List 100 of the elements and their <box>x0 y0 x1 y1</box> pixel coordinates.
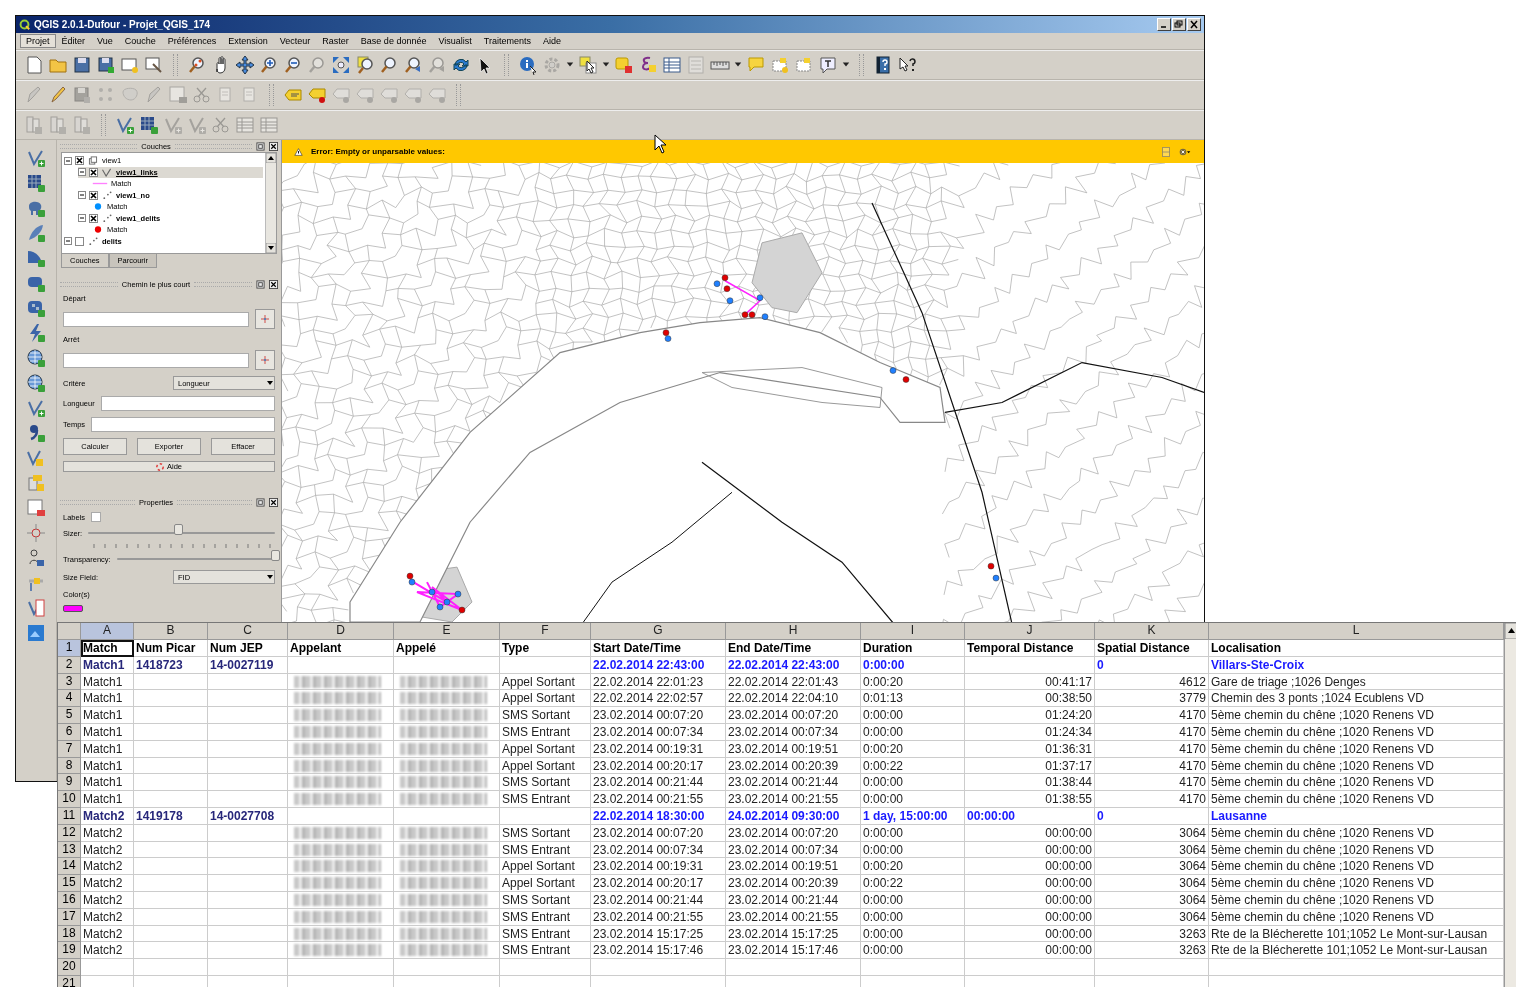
scroll-up-icon[interactable] <box>1505 623 1516 639</box>
scroll-up-icon[interactable] <box>266 153 276 163</box>
column-header[interactable]: C <box>208 623 288 640</box>
line-layer-icon[interactable] <box>101 167 113 177</box>
zoom-layer-icon[interactable] <box>379 55 399 75</box>
menu-item[interactable]: Traitements <box>477 34 537 48</box>
sail-plus-icon[interactable] <box>26 248 46 268</box>
close-icon[interactable] <box>269 141 278 151</box>
menu-item[interactable]: Projet <box>20 34 56 48</box>
restore-icon[interactable] <box>1172 18 1186 31</box>
slider-thumb[interactable] <box>271 550 280 561</box>
vector-star-icon[interactable] <box>26 448 46 468</box>
column-header[interactable]: D <box>288 623 394 640</box>
pencil-icon[interactable] <box>48 85 68 105</box>
help-book-icon[interactable] <box>873 55 893 75</box>
points-icon[interactable] <box>87 236 99 246</box>
vector-plus-icon[interactable] <box>115 115 135 135</box>
grid-plus-icon[interactable] <box>139 115 159 135</box>
attribute-table-icon[interactable] <box>662 55 682 75</box>
person-icon[interactable] <box>26 548 46 568</box>
menu-item[interactable]: Préférences <box>161 34 223 48</box>
scrollbar[interactable] <box>265 153 276 253</box>
collapse-icon[interactable] <box>78 214 86 223</box>
globe-plus-icon[interactable] <box>26 348 46 368</box>
row-header[interactable]: 10 <box>58 791 81 808</box>
menu-item[interactable]: Vecteur <box>273 34 317 48</box>
column-header[interactable]: K <box>1095 623 1209 640</box>
column-header[interactable]: H <box>726 623 861 640</box>
feather-plus-icon[interactable] <box>26 223 46 243</box>
collapse-icon[interactable] <box>78 191 86 200</box>
select-icon[interactable] <box>578 55 598 75</box>
checkbox[interactable] <box>91 512 102 522</box>
input-field[interactable] <box>63 311 249 327</box>
column-header[interactable]: A <box>81 623 134 640</box>
layers-icon[interactable] <box>87 156 99 166</box>
row-header[interactable]: 9 <box>58 774 81 792</box>
checkbox[interactable] <box>75 156 84 166</box>
column-header[interactable]: I <box>861 623 965 640</box>
save-as-icon[interactable] <box>96 55 116 75</box>
collapse-icon[interactable] <box>78 168 86 177</box>
vector-plus-icon[interactable] <box>26 148 46 168</box>
save-edits-icon[interactable] <box>72 85 92 105</box>
checkbox[interactable] <box>89 167 98 177</box>
magnifier-icon[interactable] <box>187 55 207 75</box>
column-header[interactable]: G <box>591 623 726 640</box>
zoom-last-icon[interactable] <box>403 55 423 75</box>
input-field[interactable] <box>100 396 275 411</box>
row-header[interactable]: 1 <box>58 640 81 657</box>
collapse-icon[interactable] <box>64 156 72 165</box>
menu-item[interactable]: Aide <box>536 34 567 48</box>
points-icon[interactable] <box>101 213 113 223</box>
identify-icon[interactable] <box>518 55 538 75</box>
row-header[interactable]: 15 <box>58 875 81 892</box>
menu-item[interactable]: Éditer <box>55 34 92 48</box>
page-wrench-icon[interactable] <box>144 55 164 75</box>
scrollbar[interactable] <box>1504 623 1516 987</box>
column-header[interactable]: J <box>965 623 1095 640</box>
point-picker-button[interactable] <box>255 350 275 370</box>
menu-item[interactable]: Extension <box>222 34 274 48</box>
zoom-in-icon[interactable] <box>259 55 279 75</box>
checker-plus-icon[interactable] <box>26 298 46 318</box>
menu-item[interactable]: Visualist <box>432 34 478 48</box>
menu-item[interactable]: Raster <box>316 34 355 48</box>
delete-selected-icon[interactable] <box>168 85 188 105</box>
row-header[interactable]: 19 <box>58 942 81 960</box>
minimize-icon[interactable] <box>1157 18 1171 31</box>
scroll-down-icon[interactable] <box>266 243 276 253</box>
column-header[interactable]: L <box>1209 623 1504 640</box>
close-icon[interactable] <box>269 497 278 507</box>
column-header[interactable]: F <box>500 623 591 640</box>
input-field[interactable] <box>63 352 249 368</box>
menu-item[interactable]: Couche <box>118 34 162 48</box>
menu-item[interactable]: Vue <box>91 34 119 48</box>
new-document-icon[interactable] <box>24 55 44 75</box>
checkbox[interactable] <box>89 213 98 223</box>
close-icon[interactable] <box>269 279 278 289</box>
box-minus-icon[interactable] <box>26 498 46 518</box>
layer-star-icon[interactable] <box>26 473 46 493</box>
row-header[interactable]: 5 <box>58 707 81 724</box>
vector-globe-plus-icon[interactable] <box>26 398 46 418</box>
save-icon[interactable] <box>72 55 92 75</box>
text-annotation-icon[interactable] <box>818 55 838 75</box>
vector-star-icon[interactable] <box>163 115 183 135</box>
menu-item[interactable]: Base de donnée <box>354 34 433 48</box>
checkbox[interactable] <box>89 190 98 200</box>
slider-thumb[interactable] <box>173 524 183 535</box>
grid-plus-icon[interactable] <box>26 173 46 193</box>
column-header[interactable]: E <box>394 623 500 640</box>
move-arrows-icon[interactable] <box>235 55 255 75</box>
image-layer-icon[interactable] <box>26 623 46 643</box>
zoom-selection-icon[interactable] <box>355 55 375 75</box>
crosshair-icon[interactable] <box>26 523 46 543</box>
label-pin-icon[interactable] <box>307 85 327 105</box>
layer-star-icon[interactable] <box>48 115 68 135</box>
point-picker-button[interactable] <box>255 309 275 329</box>
zoom-full-icon[interactable] <box>331 55 351 75</box>
row-header[interactable]: 14 <box>58 858 81 876</box>
row-header[interactable]: 20 <box>58 959 81 976</box>
zoom-out-icon[interactable] <box>283 55 303 75</box>
checkbox[interactable] <box>75 236 84 246</box>
